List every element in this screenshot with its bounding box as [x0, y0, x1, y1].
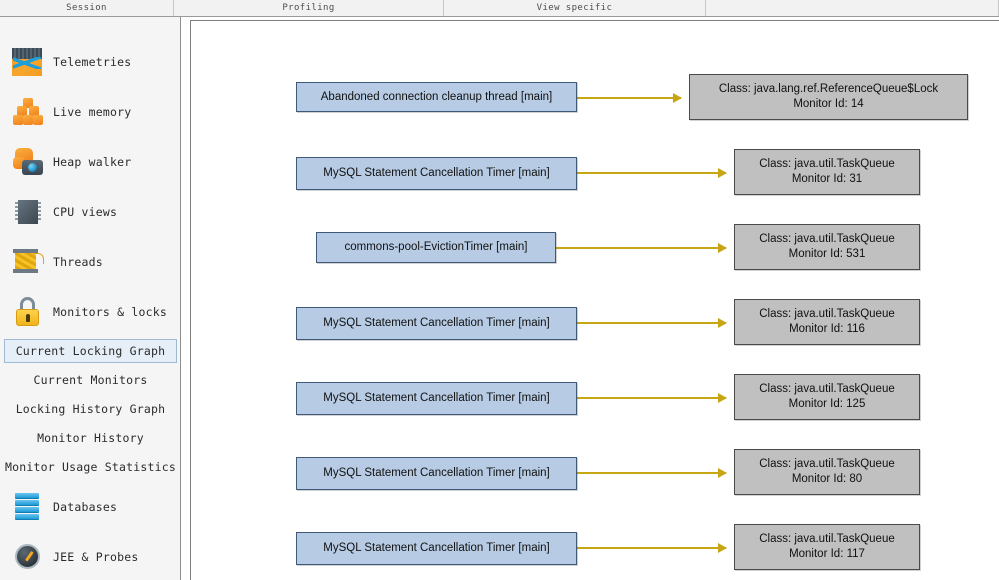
monitor-node[interactable]: Class: java.util.TaskQueue Monitor Id: 12…	[734, 374, 920, 420]
monitor-node-id: Monitor Id: 116	[789, 323, 865, 335]
thread-node-label: commons-pool-EvictionTimer [main]	[344, 241, 528, 253]
thread-node[interactable]: MySQL Statement Cancellation Timer [main…	[296, 157, 577, 190]
thread-node[interactable]: MySQL Statement Cancellation Timer [main…	[296, 382, 577, 415]
thread-node-label: MySQL Statement Cancellation Timer [main…	[323, 317, 550, 329]
sidebar-item-cpu-views[interactable]: CPU views	[0, 189, 180, 235]
threads-icon	[11, 245, 45, 279]
locking-graph-panel[interactable]: Abandoned connection cleanup thread [mai…	[190, 20, 999, 580]
thread-node[interactable]: MySQL Statement Cancellation Timer [main…	[296, 532, 577, 565]
monitor-node[interactable]: Class: java.util.TaskQueue Monitor Id: 11…	[734, 524, 920, 570]
menu-category-profiling[interactable]: Profiling	[174, 0, 444, 16]
graph-edge	[577, 318, 727, 328]
sidebar-item-label: Monitor Usage Statistics	[5, 460, 176, 474]
monitor-node-id: Monitor Id: 125	[788, 398, 866, 410]
sidebar-item-label: Monitor History	[37, 431, 144, 445]
thread-node-label: MySQL Statement Cancellation Timer [main…	[323, 467, 550, 479]
thread-node-label: MySQL Statement Cancellation Timer [main…	[323, 542, 550, 554]
sidebar-item-databases[interactable]: Databases	[0, 484, 180, 530]
thread-node[interactable]: commons-pool-EvictionTimer [main]	[316, 232, 556, 263]
monitors-locks-icon	[11, 295, 45, 329]
monitor-node-id: Monitor Id: 14	[793, 98, 864, 110]
sidebar-item-live-memory[interactable]: Live memory	[0, 89, 180, 135]
monitor-node[interactable]: Class: java.util.TaskQueue Monitor Id: 31	[734, 149, 920, 195]
arrow-head-icon	[718, 393, 727, 403]
sidebar-item-label: JEE & Probes	[53, 550, 139, 564]
graph-edge	[577, 468, 727, 478]
monitor-node[interactable]: Class: java.util.TaskQueue Monitor Id: 53…	[734, 224, 920, 270]
arrow-head-icon	[718, 468, 727, 478]
sidebar-item-label: Heap walker	[53, 155, 132, 169]
sidebar-item-monitor-history[interactable]: Monitor History	[4, 426, 177, 450]
sidebar-item-current-locking-graph[interactable]: Current Locking Graph	[4, 339, 177, 363]
menu-category-session[interactable]: Session	[0, 0, 174, 16]
arrow-head-icon	[673, 93, 682, 103]
sidebar-item-label: Telemetries	[53, 55, 132, 69]
menu-category-bar: Session Profiling View specific	[0, 0, 999, 17]
thread-node[interactable]: Abandoned connection cleanup thread [mai…	[296, 82, 577, 112]
sidebar-item-jee-and-probes[interactable]: JEE & Probes	[0, 534, 180, 580]
monitor-node-id: Monitor Id: 80	[791, 473, 863, 485]
sidebar-item-threads[interactable]: Threads	[0, 239, 180, 285]
sidebar-item-label: Live memory	[53, 105, 132, 119]
monitor-node-class: Class: java.util.TaskQueue	[759, 233, 895, 245]
arrow-head-icon	[718, 543, 727, 553]
sidebar: Profiler TelemetriesLive memoryHeap walk…	[0, 17, 181, 580]
jee-probes-icon	[11, 540, 45, 574]
menu-category-empty[interactable]	[706, 0, 999, 16]
menu-category-view-specific[interactable]: View specific	[444, 0, 706, 16]
monitor-node[interactable]: Class: java.util.TaskQueue Monitor Id: 80	[734, 449, 920, 495]
monitor-node-class: Class: java.util.TaskQueue	[759, 458, 895, 470]
graph-edge	[577, 393, 727, 403]
monitor-node-class: Class: java.util.TaskQueue	[759, 533, 895, 545]
monitor-node-class: Class: java.util.TaskQueue	[759, 383, 895, 395]
monitor-node-class: Class: java.lang.ref.ReferenceQueue$Lock	[718, 83, 939, 95]
sidebar-item-label: Monitors & locks	[53, 305, 167, 319]
graph-edge	[556, 243, 727, 253]
sidebar-item-monitors-and-locks[interactable]: Monitors & locks	[0, 289, 180, 335]
monitor-node-id: Monitor Id: 31	[791, 173, 863, 185]
thread-node-label: Abandoned connection cleanup thread [mai…	[320, 90, 553, 103]
sidebar-item-label: Databases	[53, 500, 118, 514]
sidebar-item-label: CPU views	[53, 205, 118, 219]
heap-walker-icon	[11, 145, 45, 179]
thread-node-label: MySQL Statement Cancellation Timer [main…	[323, 392, 550, 404]
cpu-views-icon	[11, 195, 45, 229]
graph-edge	[577, 543, 727, 553]
thread-node[interactable]: MySQL Statement Cancellation Timer [main…	[296, 457, 577, 490]
locking-graph-canvas[interactable]: Abandoned connection cleanup thread [mai…	[191, 21, 999, 580]
monitor-node[interactable]: Class: java.lang.ref.ReferenceQueue$Lock…	[689, 74, 968, 120]
sidebar-item-label: Current Locking Graph	[15, 344, 166, 358]
sidebar-item-heap-walker[interactable]: Heap walker	[0, 139, 180, 185]
sidebar-item-label: Threads	[53, 255, 103, 269]
monitor-node-class: Class: java.util.TaskQueue	[759, 158, 895, 170]
monitor-node[interactable]: Class: java.util.TaskQueue Monitor Id: 11…	[734, 299, 920, 345]
arrow-head-icon	[718, 243, 727, 253]
telemetries-icon	[11, 45, 45, 79]
monitor-node-id: Monitor Id: 117	[789, 548, 865, 560]
thread-node[interactable]: MySQL Statement Cancellation Timer [main…	[296, 307, 577, 340]
graph-edge	[577, 168, 727, 178]
thread-node-label: MySQL Statement Cancellation Timer [main…	[323, 167, 550, 179]
arrow-head-icon	[718, 318, 727, 328]
sidebar-item-current-monitors[interactable]: Current Monitors	[4, 368, 177, 392]
arrow-head-icon	[718, 168, 727, 178]
graph-edge	[577, 93, 682, 103]
sidebar-item-locking-history-graph[interactable]: Locking History Graph	[4, 397, 177, 421]
databases-icon	[11, 490, 45, 524]
sidebar-item-monitor-usage-statistics[interactable]: Monitor Usage Statistics	[4, 455, 177, 479]
sidebar-item-telemetries[interactable]: Telemetries	[0, 39, 180, 85]
monitor-node-class: Class: java.util.TaskQueue	[759, 308, 895, 320]
sidebar-item-label: Locking History Graph	[15, 402, 166, 416]
sidebar-item-label: Current Monitors	[33, 373, 148, 387]
monitor-node-id: Monitor Id: 531	[788, 248, 866, 260]
live-memory-icon	[11, 95, 45, 129]
